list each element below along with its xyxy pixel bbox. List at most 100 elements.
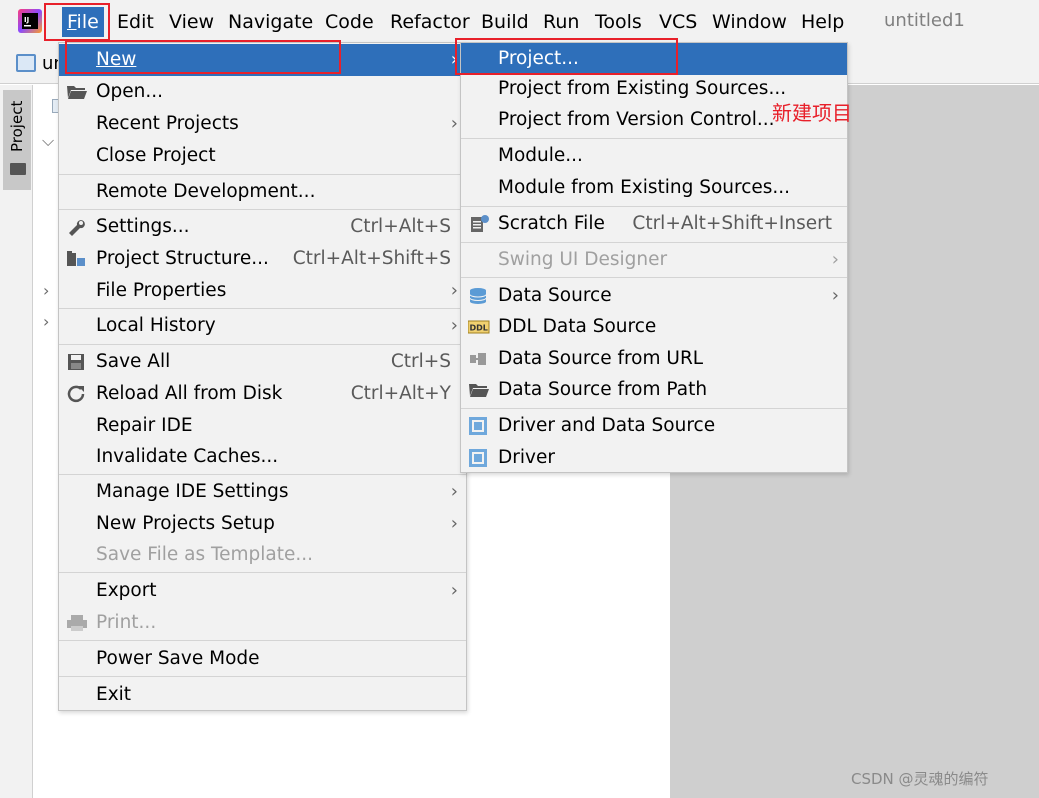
menu-item-exit[interactable]: Exit <box>59 679 466 711</box>
menu-item-save-file-as-template[interactable]: Save File as Template... <box>59 539 466 571</box>
menu-item-local-history[interactable]: Local History › <box>59 310 466 342</box>
menu-item-repair-ide-label: Repair IDE <box>96 415 193 436</box>
menu-separator <box>461 277 847 278</box>
menu-item-settings-label: Settings... <box>96 216 190 237</box>
menu-item-driver-and-data-source-label: Driver and Data Source <box>498 415 716 436</box>
menu-item-save-all[interactable]: Save All Ctrl+S <box>59 346 466 378</box>
menu-item-data-source-from-url[interactable]: Data Source from URL <box>461 343 847 375</box>
menu-item-power-save-mode-label: Power Save Mode <box>96 648 260 669</box>
intellij-logo-icon: IJ <box>18 9 42 33</box>
folder-icon <box>10 163 26 175</box>
chevron-right-icon[interactable]: › <box>43 312 49 331</box>
menu-item-file-properties-label: File Properties <box>96 280 227 301</box>
menu-item-scratch-file-label: Scratch File <box>498 213 605 234</box>
menu-item-driver[interactable]: Driver <box>461 442 847 474</box>
menu-item-file-properties[interactable]: File Properties › <box>59 275 466 307</box>
chevron-right-icon: › <box>450 315 458 336</box>
menu-item-remote-development-label: Remote Development... <box>96 181 316 202</box>
scratch-file-icon <box>471 215 489 232</box>
menu-item-project-structure-shortcut: Ctrl+Alt+Shift+S <box>292 248 451 269</box>
menu-item-ddl-data-source-label: DDL Data Source <box>498 316 657 337</box>
menu-item-module-from-existing-sources[interactable]: Module from Existing Sources... <box>461 172 847 204</box>
menu-item-manage-ide-settings[interactable]: Manage IDE Settings › <box>59 476 466 508</box>
annotation-new-project: 新建项目 <box>772 101 852 125</box>
menu-navigate[interactable]: Navigate <box>228 9 313 35</box>
menu-item-reload-all[interactable]: Reload All from Disk Ctrl+Alt+Y <box>59 378 466 410</box>
save-icon <box>68 354 84 370</box>
menu-item-new-projects-setup-label: New Projects Setup <box>96 513 275 534</box>
menu-edit[interactable]: Edit <box>117 9 154 35</box>
svg-text:DDL: DDL <box>470 324 488 333</box>
database-icon <box>469 288 487 304</box>
menu-item-close-project[interactable]: Close Project <box>59 140 466 172</box>
menu-item-data-source-from-url-label: Data Source from URL <box>498 348 704 369</box>
menu-refactor[interactable]: Refactor <box>390 9 470 35</box>
menu-item-swing-ui-designer[interactable]: Swing UI Designer › <box>461 244 847 276</box>
menu-item-data-source-from-path-label: Data Source from Path <box>498 379 708 400</box>
menu-item-save-all-label: Save All <box>96 351 171 372</box>
menu-item-data-source[interactable]: Data Source › <box>461 280 847 312</box>
chevron-right-icon: › <box>450 580 458 601</box>
menu-item-driver-and-data-source[interactable]: Driver and Data Source <box>461 410 847 442</box>
menu-item-project-from-version-control-label: Project from Version Control... <box>498 109 775 130</box>
menu-item-settings[interactable]: Settings... Ctrl+Alt+S <box>59 211 466 243</box>
menu-item-invalidate-caches[interactable]: Invalidate Caches... <box>59 441 466 473</box>
chevron-right-icon: › <box>450 513 458 534</box>
highlight-box-new <box>65 40 341 74</box>
menu-item-data-source-label: Data Source <box>498 285 612 306</box>
menu-item-local-history-label: Local History <box>96 315 216 336</box>
menu-item-project-from-existing-sources-label: Project from Existing Sources... <box>498 78 787 99</box>
chevron-down-icon[interactable]: ⌵ <box>42 131 54 151</box>
menu-item-recent-projects[interactable]: Recent Projects › <box>59 108 466 140</box>
menu-separator <box>461 206 847 207</box>
menu-run[interactable]: Run <box>543 9 579 35</box>
project-folder-icon <box>16 54 36 72</box>
menu-item-open[interactable]: Open... <box>59 76 466 108</box>
menu-item-project-structure-label: Project Structure... <box>96 248 269 269</box>
menu-separator <box>461 138 847 139</box>
menu-item-module[interactable]: Module... <box>461 140 847 172</box>
menu-build[interactable]: Build <box>481 9 529 35</box>
open-folder-icon <box>67 86 87 99</box>
menu-item-data-source-from-path[interactable]: Data Source from Path <box>461 374 847 406</box>
ddl-icon: DDL <box>468 320 490 334</box>
menu-separator <box>59 308 466 309</box>
chevron-right-icon: › <box>831 285 839 306</box>
chevron-right-icon: › <box>450 113 458 134</box>
chevron-right-icon[interactable]: › <box>43 281 49 300</box>
menu-view[interactable]: View <box>169 9 214 35</box>
svg-text:IJ: IJ <box>24 16 29 24</box>
menu-item-module-from-existing-sources-label: Module from Existing Sources... <box>498 177 791 198</box>
menu-item-manage-ide-settings-label: Manage IDE Settings <box>96 481 289 502</box>
menu-item-exit-label: Exit <box>96 684 132 705</box>
menu-item-recent-projects-label: Recent Projects <box>96 113 239 134</box>
menu-code[interactable]: Code <box>325 9 374 35</box>
menu-separator <box>59 209 466 210</box>
menu-help[interactable]: Help <box>801 9 844 35</box>
menu-item-scratch-file[interactable]: Scratch File Ctrl+Alt+Shift+Insert <box>461 208 847 240</box>
menu-separator <box>59 474 466 475</box>
menu-tools[interactable]: Tools <box>595 9 642 35</box>
menu-item-new-projects-setup[interactable]: New Projects Setup › <box>59 508 466 540</box>
menu-item-project-structure[interactable]: Project Structure... Ctrl+Alt+Shift+S <box>59 243 466 275</box>
menu-item-export[interactable]: Export › <box>59 575 466 607</box>
menu-item-export-label: Export <box>96 580 157 601</box>
menu-item-module-label: Module... <box>498 145 583 166</box>
menu-item-remote-development[interactable]: Remote Development... <box>59 176 466 208</box>
menu-item-save-file-as-template-label: Save File as Template... <box>96 544 314 565</box>
menu-separator <box>461 242 847 243</box>
chevron-right-icon: › <box>831 249 839 270</box>
menu-vcs[interactable]: VCS <box>659 9 697 35</box>
menu-separator <box>59 640 466 641</box>
menu-window[interactable]: Window <box>712 9 787 35</box>
driver-icon <box>469 417 487 435</box>
menu-item-ddl-data-source[interactable]: DDL DDL Data Source <box>461 311 847 343</box>
window-title: untitled1 <box>884 10 965 31</box>
reload-icon <box>67 385 85 403</box>
menu-separator <box>59 572 466 573</box>
highlight-box-project <box>455 38 678 75</box>
menu-item-power-save-mode[interactable]: Power Save Mode <box>59 643 466 675</box>
menu-item-repair-ide[interactable]: Repair IDE <box>59 410 466 442</box>
menu-item-print[interactable]: Print... <box>59 607 466 639</box>
chevron-right-icon: › <box>450 481 458 502</box>
